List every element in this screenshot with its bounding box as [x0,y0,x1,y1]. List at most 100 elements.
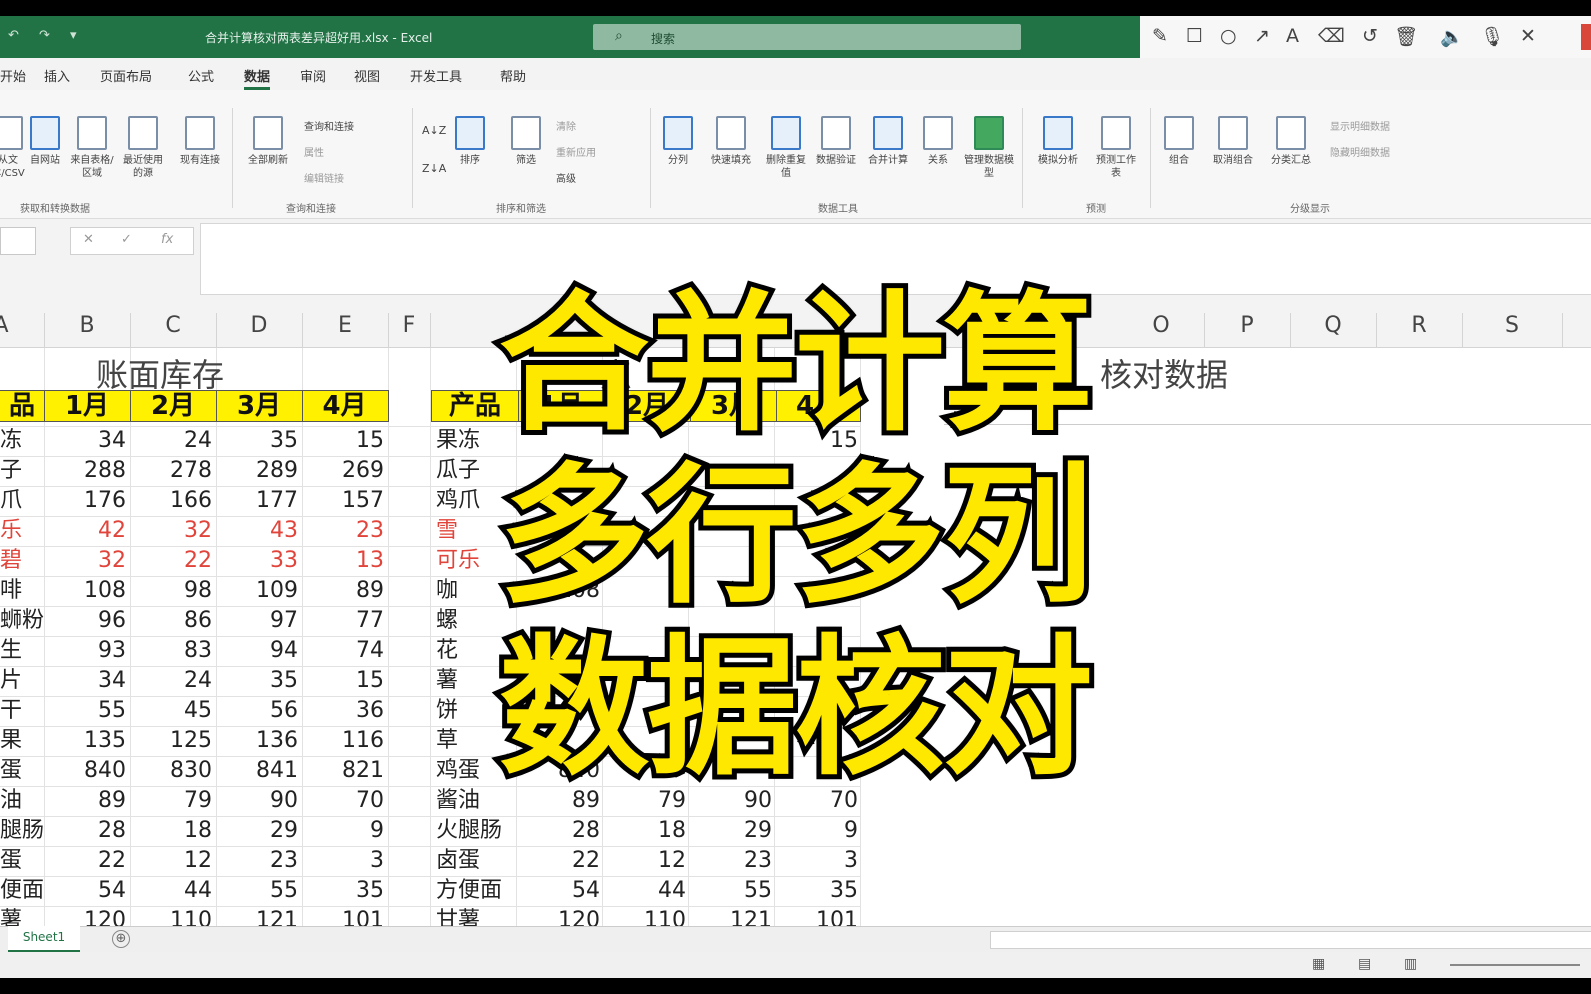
table-cell-product[interactable]: 卤蛋 [436,846,516,876]
cancel-icon[interactable]: ✕ [83,232,94,247]
table-cell-value[interactable]: 12 [604,846,686,876]
name-box[interactable] [0,227,36,255]
table-cell-value[interactable]: 32 [44,546,126,576]
column-header[interactable]: A [0,313,45,347]
column-header[interactable]: D [216,313,303,347]
column-header[interactable]: P [1204,313,1291,347]
table-cell-value[interactable]: 109 [216,576,298,606]
table-cell-value[interactable]: 77 [302,606,384,636]
table-cell-value[interactable]: 821 [302,756,384,786]
table-cell-product[interactable]: 油 [0,786,44,816]
table-cell-value[interactable]: 29 [690,816,772,846]
arrow-icon[interactable]: ↗ [1254,25,1270,47]
table-cell-value[interactable]: 12 [130,846,212,876]
from-web-button[interactable]: 自网站 [28,116,62,167]
table-cell-value[interactable]: 28 [518,816,600,846]
column-header[interactable]: S [1462,313,1563,347]
add-sheet-icon[interactable]: ⊕ [112,930,130,948]
tab-review[interactable]: 审阅 [300,66,326,85]
table-cell-value[interactable]: 18 [604,816,686,846]
group-button[interactable]: 组合 [1160,116,1198,167]
table-cell-value[interactable]: 32 [130,516,212,546]
tab-data[interactable]: 数据 [244,66,271,90]
table-cell-product[interactable]: 爪 [0,486,44,516]
recent-sources-button[interactable]: 最近使用的源 [120,116,166,180]
microphone-icon[interactable]: 🎙 [1480,25,1504,48]
header-cell[interactable]: 品 [0,391,45,421]
column-header[interactable]: R [1376,313,1463,347]
table-cell-value[interactable]: 54 [44,876,126,906]
table-cell-product[interactable]: 冻 [0,426,44,456]
hide-detail-button[interactable]: 隐藏明细数据 [1330,144,1390,159]
table-cell-value[interactable]: 24 [130,426,212,456]
enter-icon[interactable]: ✓ [121,232,132,247]
header-cell[interactable]: 3月 [216,391,303,421]
table-cell-product[interactable]: 乐 [0,516,44,546]
table-cell-value[interactable]: 125 [130,726,212,756]
table-cell-value[interactable]: 35 [216,666,298,696]
remove-duplicates-button[interactable]: 删除重复值 [764,116,808,180]
table-cell-value[interactable]: 24 [130,666,212,696]
table-cell-value[interactable]: 29 [216,816,298,846]
from-text-button[interactable]: 从文本/CSV [0,116,28,180]
header-cell[interactable]: 2月 [130,391,217,421]
table-cell-value[interactable]: 830 [130,756,212,786]
table-cell-value[interactable]: 55 [44,696,126,726]
text-to-columns-button[interactable]: 分列 [658,116,698,167]
forecast-sheet-button[interactable]: 预测工作表 [1092,116,1140,180]
table-cell-value[interactable]: 15 [302,666,384,696]
table-cell-value[interactable]: 35 [216,426,298,456]
subtotal-button[interactable]: 分类汇总 [1264,116,1318,167]
show-detail-button[interactable]: 显示明细数据 [1330,118,1390,133]
table-cell-value[interactable]: 278 [130,456,212,486]
table-cell-value[interactable]: 35 [302,876,384,906]
column-header[interactable]: F [388,313,431,347]
table-cell-value[interactable]: 9 [776,816,858,846]
zoom-slider[interactable] [1450,964,1580,966]
horizontal-scrollbar[interactable] [990,931,1591,949]
table-cell-value[interactable]: 36 [302,696,384,726]
table-cell-value[interactable]: 89 [302,576,384,606]
undo-icon[interactable]: ↺ [1362,25,1378,47]
what-if-analysis-button[interactable]: 模拟分析 [1032,116,1084,167]
speaker-icon[interactable]: 🔈 [1440,25,1464,48]
table-cell-value[interactable]: 83 [130,636,212,666]
column-header[interactable]: B [44,313,131,347]
tab-help[interactable]: 帮助 [500,66,526,85]
header-cell[interactable]: 4月 [302,391,387,421]
sort-button[interactable]: 排序 [452,116,488,167]
close-icon[interactable]: ✕ [1520,25,1536,47]
tab-home[interactable]: 开始 [0,66,26,85]
search-box[interactable]: ⌕ 搜索 [593,24,1021,50]
table-cell-value[interactable]: 94 [216,636,298,666]
table-cell-product[interactable]: 碧 [0,546,44,576]
table-cell-product[interactable]: 方便面 [436,876,516,906]
table-cell-product[interactable]: 生 [0,636,44,666]
table-cell-value[interactable]: 70 [302,786,384,816]
tab-view[interactable]: 视图 [354,66,380,85]
table-cell-value[interactable]: 22 [130,546,212,576]
table-cell-value[interactable]: 136 [216,726,298,756]
table-cell-value[interactable]: 840 [44,756,126,786]
quick-access-toolbar[interactable]: ↶ ↷ ▾ [8,28,85,43]
table-cell-value[interactable]: 42 [44,516,126,546]
table-cell-product[interactable]: 腿肠 [0,816,44,846]
table-cell-value[interactable]: 177 [216,486,298,516]
table-cell-value[interactable]: 74 [302,636,384,666]
existing-connections-button[interactable]: 现有连接 [178,116,222,167]
filter-button[interactable]: 筛选 [508,116,544,167]
reapply-button[interactable]: 重新应用 [556,144,596,159]
table-cell-value[interactable]: 45 [130,696,212,726]
sort-descending-button[interactable]: Z↓A [422,162,446,175]
tab-formulas[interactable]: 公式 [188,66,214,85]
table-cell-value[interactable]: 56 [216,696,298,726]
table-cell-value[interactable]: 116 [302,726,384,756]
sort-ascending-button[interactable]: A↓Z [422,124,446,137]
flash-fill-button[interactable]: 快速填充 [704,116,758,167]
clear-filter-button[interactable]: 清除 [556,118,576,133]
table-cell-value[interactable]: 13 [302,546,384,576]
table-cell-product[interactable]: 蛋 [0,756,44,786]
sheet-tab[interactable]: Sheet1 [8,926,80,953]
page-break-icon[interactable]: ▥ [1404,956,1417,972]
table-cell-value[interactable]: 176 [44,486,126,516]
